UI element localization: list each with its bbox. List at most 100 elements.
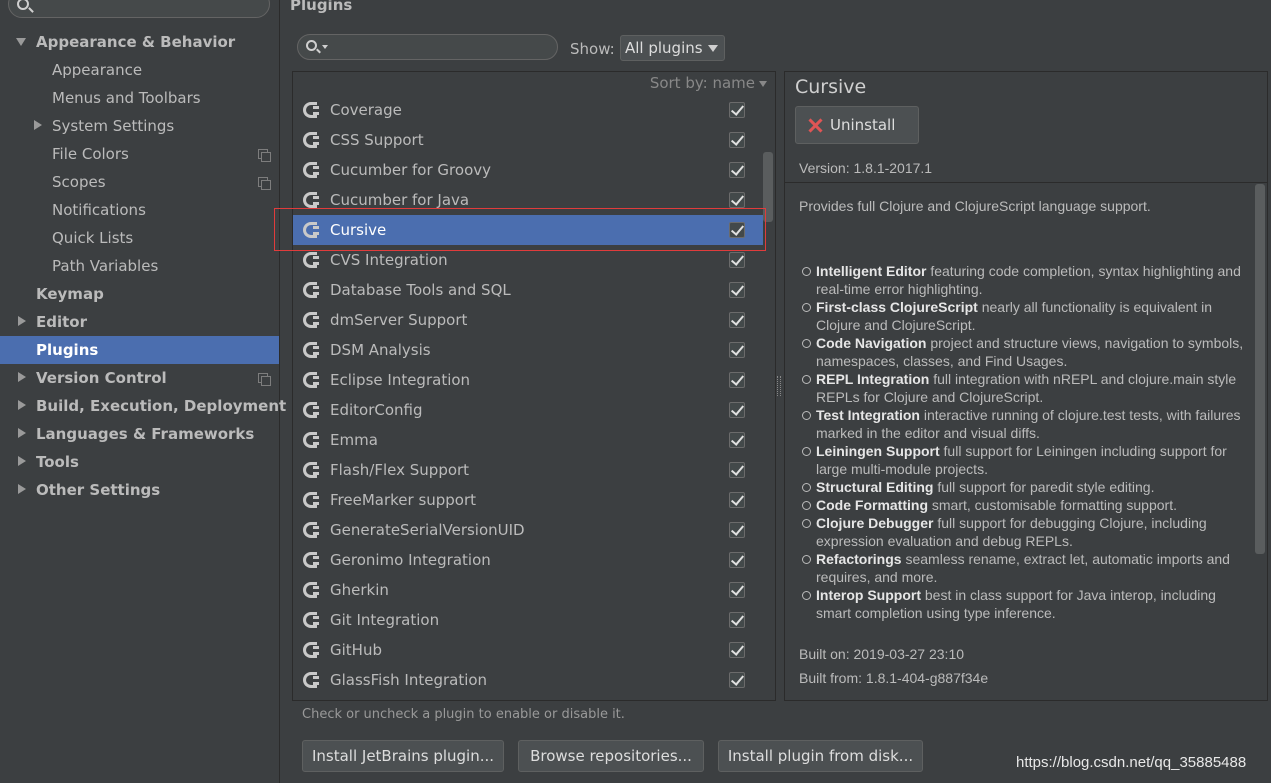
page-title: Plugins xyxy=(290,0,353,14)
chevron-right-icon[interactable] xyxy=(16,308,28,336)
plugin-enabled-checkbox[interactable] xyxy=(729,432,745,448)
sidebar-item-label: Menus and Toolbars xyxy=(52,89,201,107)
plugin-enabled-checkbox[interactable] xyxy=(729,162,745,178)
sidebar-item[interactable]: Scopes xyxy=(0,168,279,196)
sidebar-item[interactable]: Version Control xyxy=(0,364,279,392)
plugin-search-input[interactable] xyxy=(297,34,558,60)
sidebar-item[interactable]: Tools xyxy=(0,448,279,476)
plugin-row[interactable]: GitHub xyxy=(293,635,763,665)
chevron-right-icon[interactable] xyxy=(16,476,28,504)
plugin-row[interactable]: CSS Support xyxy=(293,125,763,155)
panel-splitter-handle[interactable] xyxy=(777,376,781,396)
plugin-enabled-checkbox[interactable] xyxy=(729,192,745,208)
plugin-enabled-checkbox[interactable] xyxy=(729,252,745,268)
plugin-icon xyxy=(301,281,319,299)
sidebar-item[interactable]: File Colors xyxy=(0,140,279,168)
plugin-row[interactable]: Git Integration xyxy=(293,605,763,635)
plugin-list: Sort by: name Coverage CSS Support Cucumbe… xyxy=(292,71,776,701)
plugin-row[interactable]: DSM Analysis xyxy=(293,335,763,365)
chevron-right-icon[interactable] xyxy=(16,392,28,420)
plugin-row[interactable]: GenerateSerialVersionUID xyxy=(293,515,763,545)
browse-repositories-button[interactable]: Browse repositories... xyxy=(518,740,704,772)
chevron-right-icon[interactable] xyxy=(16,420,28,448)
plugin-enabled-checkbox[interactable] xyxy=(729,552,745,568)
plugin-name: FreeMarker support xyxy=(330,491,477,509)
plugin-name: GlassFish Integration xyxy=(330,671,488,689)
plugin-row[interactable]: Emma xyxy=(293,425,763,455)
sidebar-item[interactable]: Languages & Frameworks xyxy=(0,420,279,448)
plugin-icon xyxy=(301,641,319,659)
sort-by-dropdown[interactable]: Sort by: name xyxy=(650,74,767,92)
plugin-icon xyxy=(301,371,319,389)
plugin-enabled-checkbox[interactable] xyxy=(729,132,745,148)
plugin-row[interactable]: Coverage xyxy=(293,95,763,125)
plugin-enabled-checkbox[interactable] xyxy=(729,522,745,538)
sidebar-item[interactable]: Other Settings xyxy=(0,476,279,504)
project-scope-icon xyxy=(258,373,271,386)
plugin-enabled-checkbox[interactable] xyxy=(729,282,745,298)
plugin-enabled-checkbox[interactable] xyxy=(729,342,745,358)
plugin-name: Cucumber for Groovy xyxy=(330,161,491,179)
sidebar-item[interactable]: Build, Execution, Deployment xyxy=(0,392,286,420)
plugin-enabled-checkbox[interactable] xyxy=(729,312,745,328)
plugin-row[interactable]: Flash/Flex Support xyxy=(293,455,763,485)
plugin-row[interactable]: Database Tools and SQL xyxy=(293,275,763,305)
settings-search-input[interactable] xyxy=(8,0,270,18)
plugin-row[interactable]: Cursive xyxy=(293,215,763,245)
chevron-down-icon xyxy=(708,45,718,52)
sidebar-item[interactable]: Quick Lists xyxy=(0,224,279,252)
details-scrollbar[interactable] xyxy=(1255,184,1265,554)
plugin-row[interactable]: Cucumber for Groovy xyxy=(293,155,763,185)
plugin-row[interactable]: CVS Integration xyxy=(293,245,763,275)
plugin-row[interactable]: Cucumber for Java xyxy=(293,185,763,215)
feature-title: Code Formatting xyxy=(816,497,928,513)
plugin-row[interactable]: Eclipse Integration xyxy=(293,365,763,395)
feature-item: First-class ClojureScript nearly all fun… xyxy=(801,298,1249,334)
search-icon xyxy=(306,40,317,51)
sidebar-item[interactable]: Editor xyxy=(0,308,279,336)
plugin-name: Geronimo Integration xyxy=(330,551,491,569)
plugin-icon xyxy=(301,191,319,209)
chevron-right-icon[interactable] xyxy=(32,112,44,140)
plugin-row[interactable]: EditorConfig xyxy=(293,395,763,425)
show-filter-select[interactable]: All plugins xyxy=(620,35,725,61)
bullet-icon xyxy=(802,519,811,528)
plugin-enabled-checkbox[interactable] xyxy=(729,222,745,238)
plugin-enabled-checkbox[interactable] xyxy=(729,672,745,688)
plugin-row[interactable]: Gherkin xyxy=(293,575,763,605)
install-from-disk-button[interactable]: Install plugin from disk... xyxy=(718,740,923,772)
chevron-right-icon[interactable] xyxy=(16,364,28,392)
plugin-list-scrollbar[interactable] xyxy=(763,152,773,222)
plugin-row[interactable]: Geronimo Integration xyxy=(293,545,763,575)
sidebar-item[interactable]: Notifications xyxy=(0,196,279,224)
plugin-enabled-checkbox[interactable] xyxy=(729,402,745,418)
plugin-enabled-checkbox[interactable] xyxy=(729,612,745,628)
chevron-right-icon[interactable] xyxy=(16,448,28,476)
sidebar-item[interactable]: System Settings xyxy=(0,112,279,140)
plugin-row[interactable]: dmServer Support xyxy=(293,305,763,335)
sidebar-item[interactable]: Appearance & Behavior xyxy=(0,28,279,56)
sidebar-item[interactable]: Path Variables xyxy=(0,252,279,280)
plugin-enabled-checkbox[interactable] xyxy=(729,582,745,598)
plugin-row[interactable]: GlassFish Integration xyxy=(293,665,763,695)
plugin-enabled-checkbox[interactable] xyxy=(729,462,745,478)
sidebar-item[interactable]: Plugins xyxy=(0,336,279,364)
sidebar-item[interactable]: Menus and Toolbars xyxy=(0,84,279,112)
sidebar-item-label: Appearance & Behavior xyxy=(36,33,236,51)
plugin-enabled-checkbox[interactable] xyxy=(729,492,745,508)
sidebar-item[interactable]: Keymap xyxy=(0,280,279,308)
chevron-down-icon[interactable] xyxy=(322,45,328,49)
sidebar-item-label: Keymap xyxy=(36,285,104,303)
sidebar-item-label: Tools xyxy=(36,453,79,471)
sidebar-item[interactable]: Appearance xyxy=(0,56,279,84)
plugin-enabled-checkbox[interactable] xyxy=(729,102,745,118)
plugin-enabled-checkbox[interactable] xyxy=(729,372,745,388)
install-jetbrains-plugin-button[interactable]: Install JetBrains plugin... xyxy=(302,740,504,772)
plugin-enabled-checkbox[interactable] xyxy=(729,642,745,658)
uninstall-button[interactable]: Uninstall xyxy=(795,106,919,144)
plugin-name: Database Tools and SQL xyxy=(330,281,511,299)
plugin-row[interactable]: FreeMarker support xyxy=(293,485,763,515)
feature-list: Intelligent Editor featuring code comple… xyxy=(801,262,1249,622)
feature-title: REPL Integration xyxy=(816,371,930,387)
chevron-down-icon[interactable] xyxy=(16,28,28,56)
